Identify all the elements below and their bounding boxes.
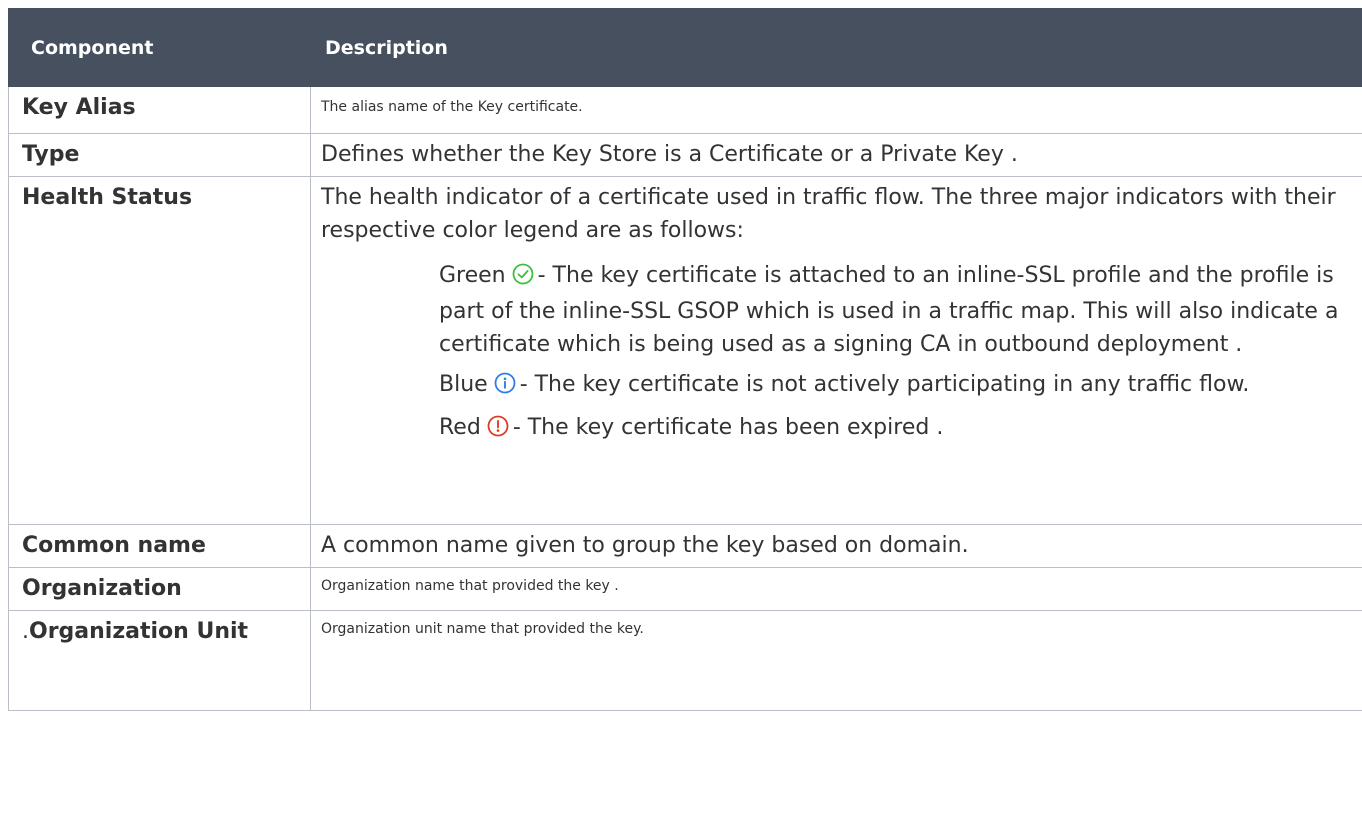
indicator-color-name: Blue (439, 372, 488, 397)
indicator-text: - The key certificate has been expired . (512, 415, 944, 440)
indicator-blue: Blue - The key certificate is not activel… (439, 368, 1362, 404)
component-label: Organization Unit (29, 619, 249, 644)
description-cell: The health indicator of a certificate us… (310, 176, 1362, 525)
component-cell: .Organization Unit (8, 610, 311, 711)
indicator-green: Green - The key certificate is attached t… (439, 259, 1362, 361)
component-cell: Type (8, 133, 311, 177)
table-row-health-status: Health Status The health indicator of a … (8, 176, 1362, 525)
table-row-common-name: Common name A common name given to group… (8, 524, 1362, 568)
table-row-key-alias: Key Alias The alias name of the Key cert… (8, 86, 1362, 134)
description-column-header: Description (310, 8, 1362, 87)
table-row-organization-unit: .Organization Unit Organization unit nam… (8, 610, 1362, 711)
description-cell: The alias name of the Key certificate. (310, 86, 1362, 134)
info-circle-icon (494, 371, 516, 404)
component-cell: Key Alias (8, 86, 311, 134)
description-cell: A common name given to group the key bas… (310, 524, 1362, 568)
component-description-table: Component Description Key Alias The alia… (8, 8, 1362, 711)
component-column-header: Component (8, 8, 311, 87)
exclamation-circle-icon (487, 414, 509, 447)
indicator-color-name: Red (439, 415, 481, 440)
indicator-red: Red - The key certificate has been expire… (439, 411, 1362, 447)
description-cell: Defines whether the Key Store is a Certi… (310, 133, 1362, 177)
component-cell: Common name (8, 524, 311, 568)
description-cell: Organization name that provided the key … (310, 567, 1362, 611)
check-circle-icon (512, 262, 534, 295)
table-row-organization: Organization Organization name that prov… (8, 567, 1362, 611)
health-status-description: The health indicator of a certificate us… (321, 185, 1336, 243)
indicator-text: - The key certificate is not actively pa… (519, 372, 1250, 397)
table-header-row: Component Description (8, 8, 1362, 87)
description-cell: Organization unit name that provided the… (310, 610, 1362, 711)
indicator-text: - The key certificate is attached to an … (439, 263, 1339, 357)
component-prefix: . (22, 619, 29, 644)
component-cell: Health Status (8, 176, 311, 525)
indicator-color-name: Green (439, 263, 506, 288)
component-cell: Organization (8, 567, 311, 611)
table-row-type: Type Defines whether the Key Store is a … (8, 133, 1362, 177)
